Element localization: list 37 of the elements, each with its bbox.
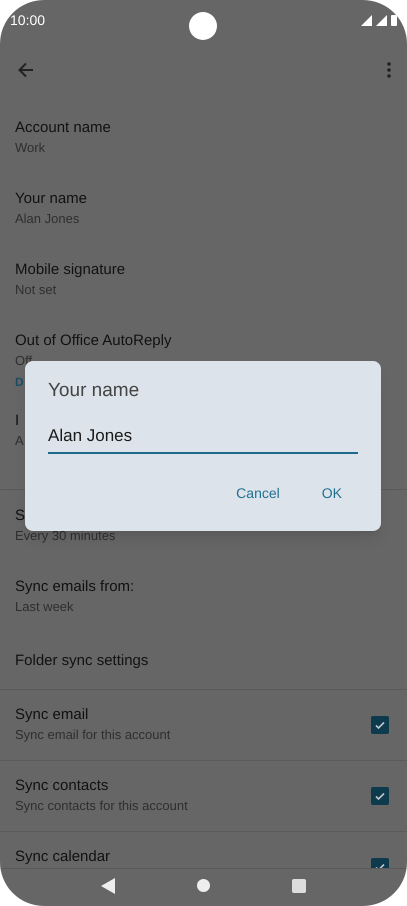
setting-title[interactable]: Account name: [15, 118, 111, 138]
setting-value: Alan Jones: [15, 210, 80, 228]
setting-title[interactable]: Out of Office AutoReply: [15, 330, 172, 350]
dialog-button[interactable]: Cancel: [230, 477, 286, 510]
recents-nav-icon[interactable]: [292, 878, 306, 892]
setting-title[interactable]: Mobile signature: [15, 260, 126, 280]
checkbox[interactable]: [371, 716, 389, 734]
back-arrow-icon[interactable]: [16, 60, 36, 80]
camera-cutout: [189, 12, 217, 40]
setting-value: Sync contacts for this account: [15, 797, 188, 815]
setting-value: Last week: [15, 598, 74, 616]
home-nav-icon[interactable]: [197, 879, 210, 892]
check-icon: [374, 790, 386, 802]
battery-icon: [391, 14, 397, 26]
more-options-icon[interactable]: [387, 62, 391, 78]
section-header: D: [15, 374, 24, 390]
setting-value: A: [15, 432, 24, 450]
status-time: 10:00: [10, 10, 46, 30]
checkbox[interactable]: [371, 787, 389, 805]
setting-title[interactable]: Sync contacts: [15, 776, 108, 796]
signal-icon: [376, 14, 387, 26]
setting-value: Work: [15, 138, 46, 156]
setting-title[interactable]: Your name: [15, 188, 87, 208]
setting-title[interactable]: Sync email: [15, 705, 88, 725]
back-nav-icon[interactable]: [101, 878, 115, 894]
setting-title[interactable]: Sync calendar: [15, 847, 110, 867]
setting-value: Not set: [15, 280, 56, 298]
dialog-title: Your name: [48, 379, 140, 403]
setting-value: Sync email for this account: [15, 726, 170, 744]
setting-title[interactable]: I: [15, 410, 20, 430]
dialog-button[interactable]: OK: [316, 477, 348, 510]
signal-icon: [361, 14, 372, 26]
setting-title[interactable]: S: [15, 506, 26, 526]
setting-title[interactable]: Sync emails from:: [15, 576, 134, 596]
name-input-field[interactable]: Alan Jones: [48, 424, 358, 454]
check-icon: [374, 719, 386, 731]
setting-title[interactable]: Folder sync settings: [15, 650, 148, 670]
